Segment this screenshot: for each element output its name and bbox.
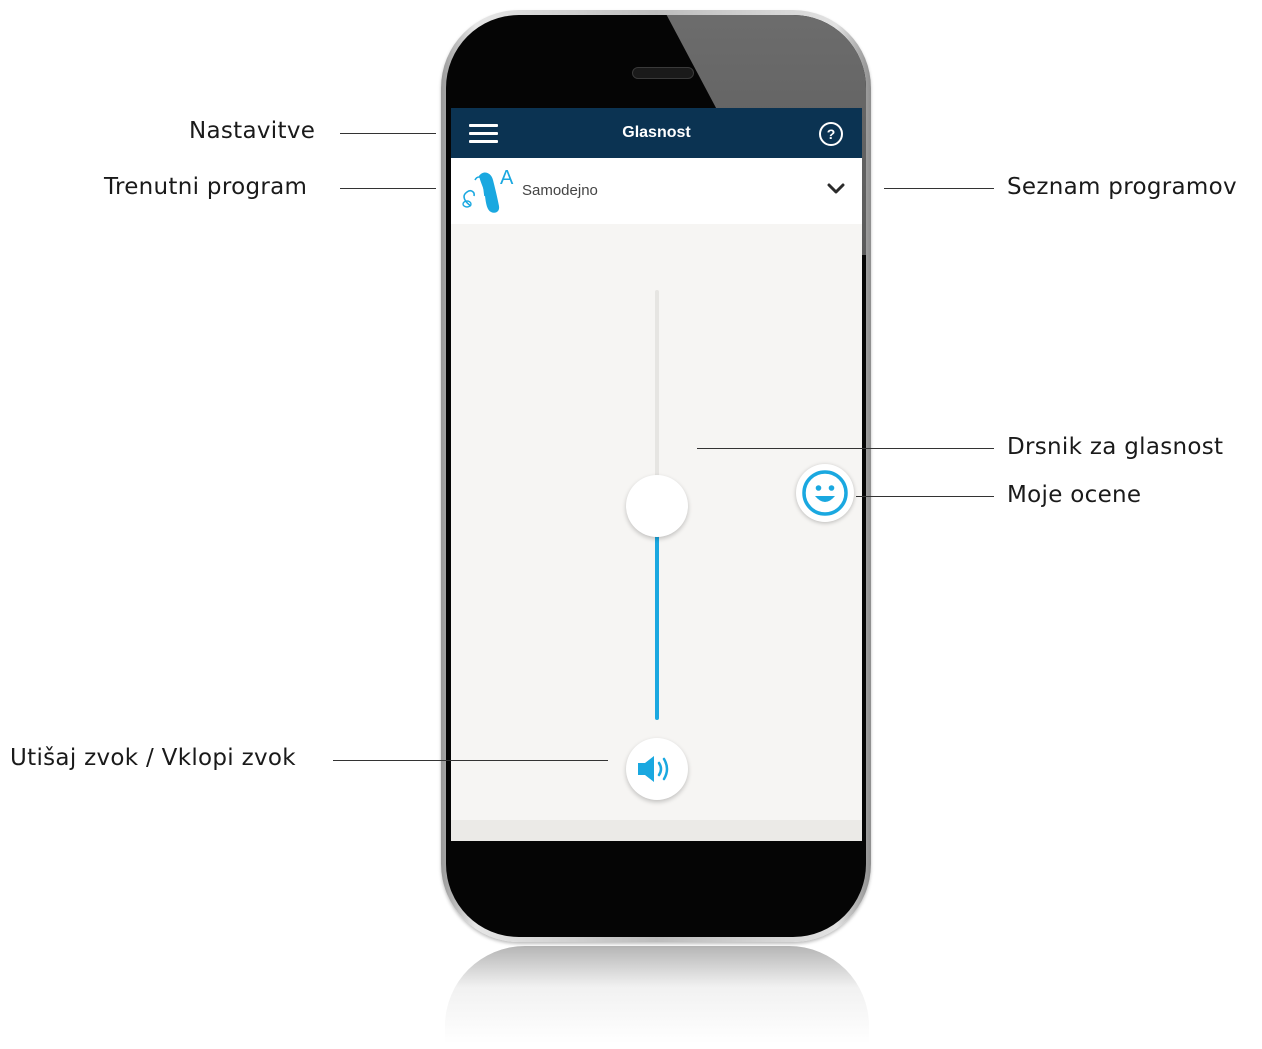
annotation-line-my-ratings: [856, 496, 994, 497]
speaker-volume-icon: [638, 756, 669, 782]
annotation-program-list: Seznam programov: [1007, 174, 1237, 200]
annotation-line-program-list: [884, 188, 994, 189]
volume-slider-track[interactable]: [655, 290, 659, 504]
annotation-current-program: Trenutni program: [104, 174, 308, 200]
page-title: Glasnost: [622, 124, 691, 141]
volume-slider-thumb[interactable]: [626, 475, 688, 537]
hearing-aid-icon: A: [462, 167, 514, 213]
earpiece-speaker: [632, 67, 694, 79]
annotation-line-volume-slider: [697, 448, 994, 449]
annotation-settings: Nastavitve: [189, 118, 316, 144]
annotation-line-settings: [340, 133, 436, 134]
app-header: Glasnost ?: [451, 108, 862, 158]
annotation-volume-slider: Drsnik za glasnost: [1007, 434, 1224, 460]
program-badge: A: [500, 167, 514, 189]
bottom-bar: [451, 820, 862, 841]
mute-button[interactable]: [626, 738, 688, 800]
chevron-down-icon[interactable]: [827, 182, 845, 196]
program-selector[interactable]: A Samodejno: [451, 158, 862, 224]
current-program-label: Samodejno: [522, 182, 598, 199]
app-screen: Glasnost ? A Samodejno: [451, 108, 862, 841]
annotation-line-current-program: [340, 188, 436, 189]
volume-slider-fill[interactable]: [655, 528, 659, 720]
my-ratings-button[interactable]: [796, 464, 854, 522]
annotation-mute-unmute: Utišaj zvok / Vklopi zvok: [10, 745, 296, 771]
phone-reflection: [445, 946, 869, 1049]
annotation-line-mute-unmute: [333, 760, 608, 761]
annotation-my-ratings: Moje ocene: [1007, 482, 1142, 508]
smiley-face-icon: [802, 470, 848, 516]
question-circle-icon[interactable]: ?: [819, 122, 843, 146]
